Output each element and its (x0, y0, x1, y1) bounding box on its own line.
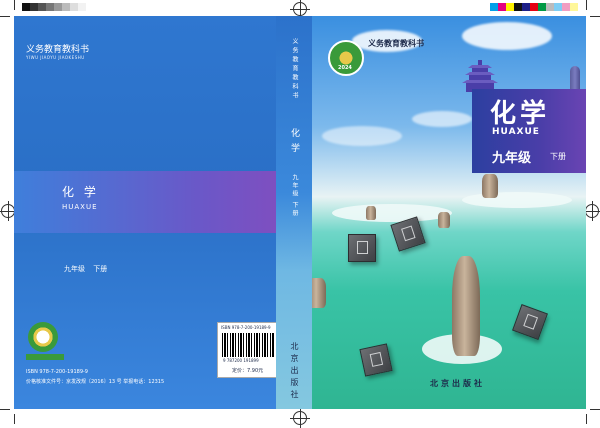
front-title-band: 化学 HUAXUE 九年级 下册 (472, 89, 586, 173)
salt-rock (312, 278, 326, 308)
front-volume: 下册 (550, 152, 566, 161)
barcode-bars (222, 333, 274, 357)
salt-island (332, 204, 452, 222)
crop-mark (14, 414, 15, 424)
barcode-digits: 9 787200 191899 (223, 358, 259, 363)
crop-mark (586, 414, 587, 424)
barcode-isbn: ISBN 978-7-200-19189-9 (221, 325, 271, 330)
floating-cube-icon (512, 304, 548, 340)
registration-mark-left (0, 201, 18, 221)
front-title-pinyin: HUAXUE (492, 127, 540, 137)
crop-mark (0, 409, 10, 410)
back-approval-text: 价格核准文件号：京发改规〔2016〕13 号 举报电话：12315 (26, 379, 165, 385)
color-strip (490, 3, 578, 11)
crop-mark (586, 0, 587, 10)
cloud (462, 22, 552, 50)
salt-rock (366, 206, 376, 220)
crop-mark (590, 16, 600, 17)
salt-rock (438, 212, 450, 228)
back-grade-label: 九年级 (64, 265, 85, 273)
spine-series: 义务教育教科书 (291, 38, 298, 101)
spine-subject: 化学 (289, 128, 299, 158)
back-title: 化 学 (62, 185, 99, 199)
registration-mark-top (290, 0, 310, 19)
front-cover: 义务教育教科书 2024 化学 HUAXUE 九年级 下册 北京出版社 (312, 16, 586, 409)
crop-mark (0, 16, 10, 17)
front-title: 化学 (490, 99, 551, 129)
registration-mark-right (582, 201, 600, 221)
salt-pillar (452, 256, 480, 356)
spine-grade: 九年级 下册 (291, 174, 298, 218)
back-isbn: ISBN 978-7-200-19189-9 (26, 369, 88, 375)
registration-mark-bottom (290, 408, 310, 428)
grayscale-strip (22, 3, 86, 11)
temple-icon (462, 60, 498, 92)
badge-year: 2024 (338, 65, 352, 71)
floating-cube-icon (348, 234, 376, 262)
back-grade: 九年级 下册 (64, 264, 107, 274)
textbook-badge-icon: 2024 (328, 40, 364, 76)
back-title-band: 化 学 HUAXUE (14, 171, 276, 233)
spine-publisher: 北京出版社 (290, 342, 299, 402)
crop-mark (590, 409, 600, 410)
back-cover: 义务教育教科书 YIWU JIAOYU JIAOKESHU 化 学 HUAXUE… (14, 16, 279, 409)
salt-rock (482, 174, 498, 198)
crop-mark (14, 0, 15, 10)
book-cover: 义务教育教科书 YIWU JIAOYU JIAOKESHU 化 学 HUAXUE… (14, 16, 586, 409)
back-volume-label: 下册 (93, 265, 108, 273)
logo-caption-bar (26, 354, 64, 360)
back-series-title: 义务教育教科书 (26, 45, 90, 55)
print-sheet: 义务教育教科书 YIWU JIAOYU JIAOKESHU 化 学 HUAXUE… (0, 0, 600, 428)
back-series-pinyin: YIWU JIAOYU JIAOKESHU (26, 55, 85, 60)
cloud (322, 126, 402, 146)
front-publisher: 北京出版社 (430, 379, 485, 388)
publisher-logo-icon (28, 322, 58, 352)
barcode-price: 定价：7.90元 (232, 368, 264, 374)
barcode: ISBN 978-7-200-19189-9 9 787200 191899 定… (217, 322, 279, 378)
spine: 义务教育教科书 化学 九年级 下册 北京出版社 (276, 16, 312, 409)
cloud (412, 111, 472, 127)
salt-island (462, 192, 572, 208)
back-title-pinyin: HUAXUE (62, 203, 98, 211)
front-grade: 九年级 (492, 151, 532, 166)
floating-cube-icon (359, 343, 393, 377)
front-series: 义务教育教科书 (368, 39, 424, 48)
